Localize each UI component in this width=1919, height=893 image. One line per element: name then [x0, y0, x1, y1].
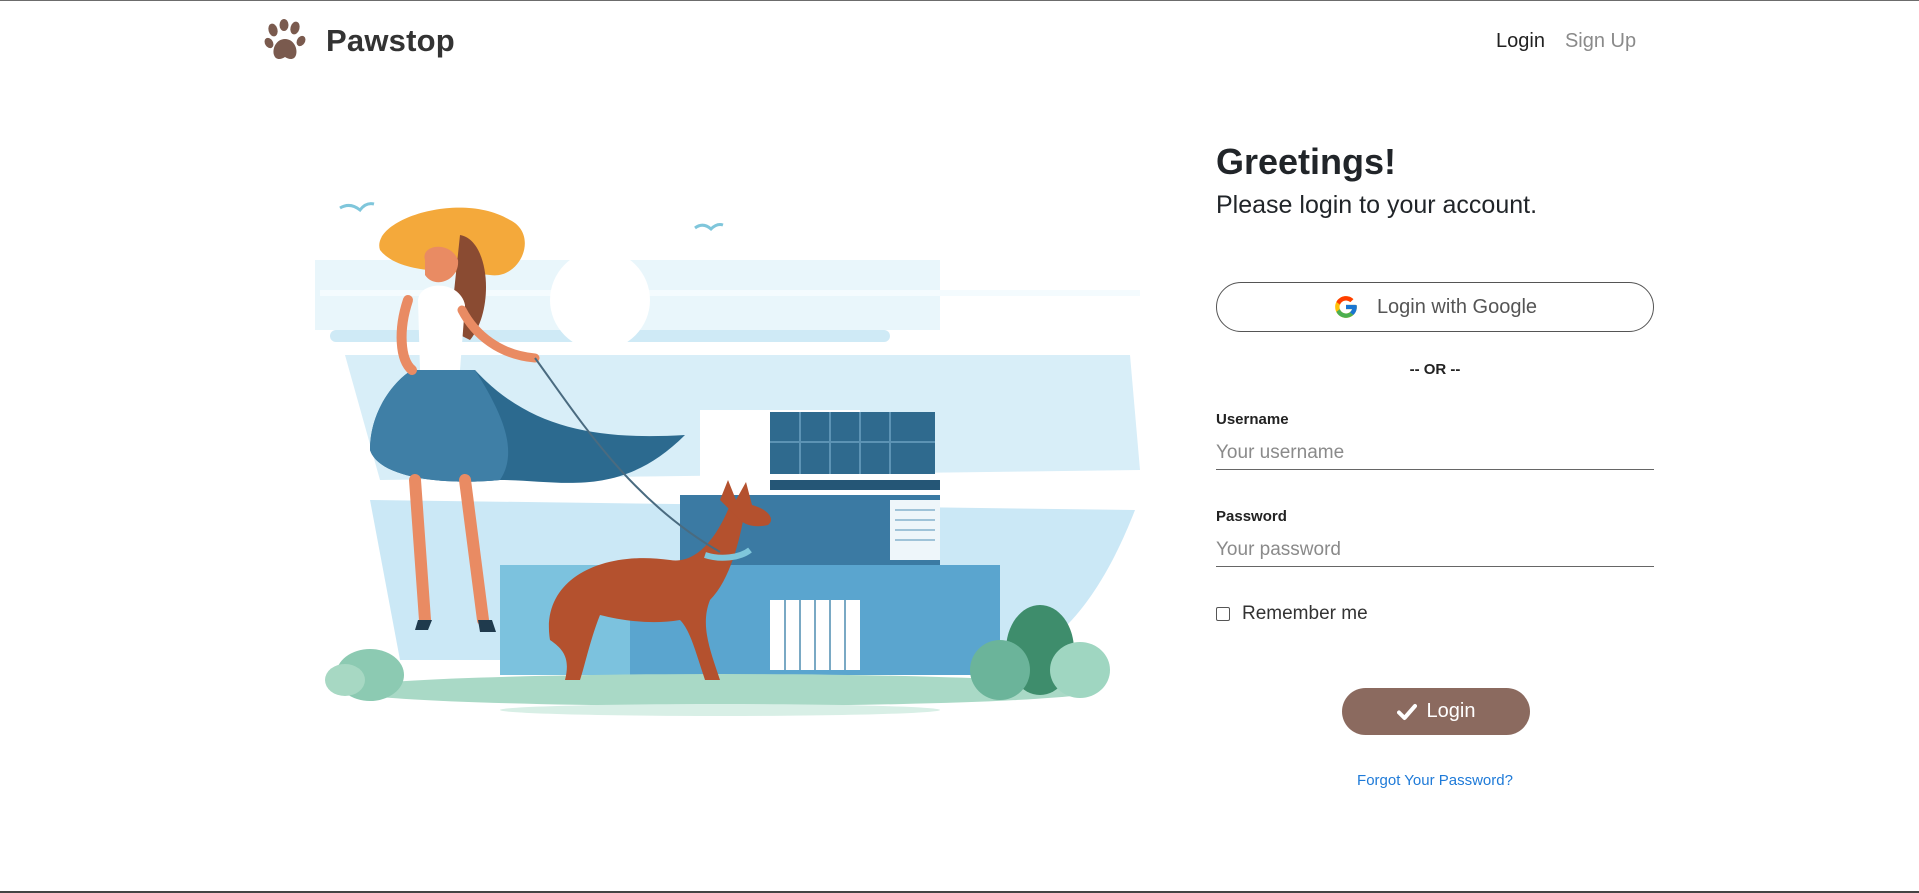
or-separator: -- OR -- — [1409, 361, 1461, 378]
paw-icon — [264, 19, 306, 59]
navbar: Pawstop Login Sign Up — [0, 1, 1919, 83]
remember-me[interactable]: Remember me — [1216, 603, 1368, 625]
brand-name: Pawstop — [326, 23, 455, 58]
google-button-label: Login with Google — [1376, 295, 1538, 318]
remember-me-label: Remember me — [1242, 603, 1368, 624]
nav-links: Login Sign Up — [1496, 30, 1636, 53]
login-submit-button[interactable]: Login — [1342, 688, 1530, 735]
forgot-password-link[interactable]: Forgot Your Password? — [1216, 772, 1654, 789]
nav-login-link[interactable]: Login — [1496, 30, 1545, 53]
woman-walking-doberman-illustration — [315, 202, 1140, 716]
login-panel: Greetings! Please login to your account.… — [1216, 139, 1654, 789]
brand-logo-link[interactable]: Pawstop — [264, 19, 455, 63]
greeting-heading: Greetings! — [1216, 141, 1397, 182]
google-icon — [1335, 296, 1357, 318]
password-label: Password — [1216, 508, 1287, 525]
password-input[interactable] — [1216, 533, 1654, 567]
greeting-subtitle: Please login to your account. — [1216, 191, 1538, 219]
username-label: Username — [1216, 411, 1289, 428]
login-with-google-button[interactable]: Login with Google — [1216, 282, 1654, 332]
checkmark-icon — [1396, 703, 1417, 720]
username-input[interactable] — [1216, 436, 1654, 470]
remember-me-checkbox[interactable] — [1216, 607, 1230, 621]
nav-signup-link[interactable]: Sign Up — [1565, 30, 1636, 53]
login-button-label: Login — [1426, 700, 1476, 722]
